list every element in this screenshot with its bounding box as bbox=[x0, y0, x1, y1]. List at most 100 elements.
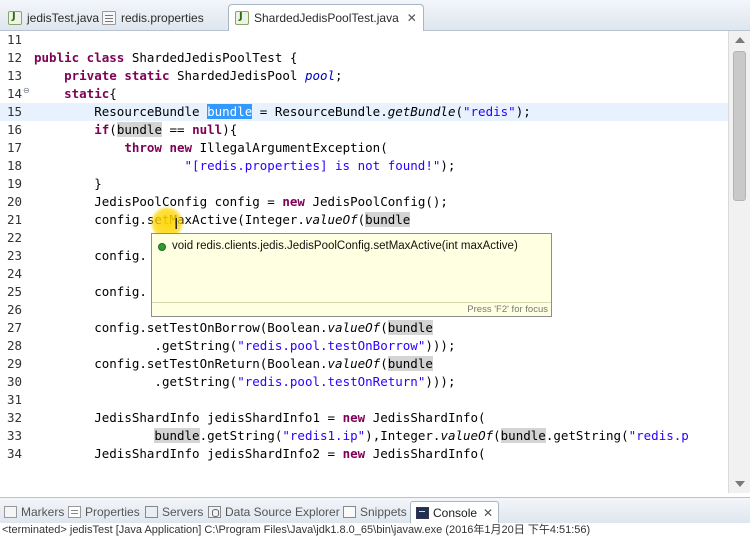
code-text: config. bbox=[94, 248, 147, 263]
code-line: 32 JedisShardInfo jedisShardInfo1 = new … bbox=[0, 409, 728, 427]
popup-footer: Press 'F2' for focus bbox=[152, 302, 551, 316]
code-line: 34 JedisShardInfo jedisShardInfo2 = new … bbox=[0, 445, 728, 463]
tab-label: Console bbox=[433, 505, 478, 520]
text-cursor-icon: Ⅰ bbox=[174, 215, 179, 233]
code-text: JedisPoolConfig config = new JedisPoolCo… bbox=[94, 194, 448, 209]
code-text: .getString("redis.pool.testOnBorrow"))); bbox=[154, 338, 456, 353]
scrollbar-thumb[interactable] bbox=[733, 51, 746, 201]
tab-snippets[interactable]: Snippets bbox=[343, 501, 407, 523]
servers-icon bbox=[145, 506, 158, 518]
code-line: 29 config.setTestOnReturn(Boolean.valueO… bbox=[0, 355, 728, 373]
public-method-icon bbox=[158, 243, 166, 251]
code-line: 28 .getString("redis.pool.testOnBorrow")… bbox=[0, 337, 728, 355]
method-signature: void redis.clients.jedis.JedisPoolConfig… bbox=[172, 240, 518, 252]
line-number: 24 bbox=[7, 266, 23, 281]
line-number: 33 bbox=[7, 428, 23, 443]
scroll-up-arrow-icon[interactable] bbox=[735, 37, 745, 43]
markers-icon bbox=[4, 506, 17, 518]
line-number: 22 bbox=[7, 230, 23, 245]
line-number: 18 bbox=[7, 158, 23, 173]
snippets-icon bbox=[343, 506, 356, 518]
line-number: 17 bbox=[7, 140, 23, 155]
code-line: 30 .getString("redis.pool.testOnReturn")… bbox=[0, 373, 728, 391]
data-source-explorer-icon bbox=[208, 506, 221, 518]
fold-toggle-icon[interactable]: ⊖ bbox=[23, 86, 30, 95]
tab-properties[interactable]: Properties bbox=[68, 501, 140, 523]
line-number: 11 bbox=[7, 32, 23, 47]
code-text: config.setTestOnBorrow(Boolean.valueOf(b… bbox=[94, 320, 433, 335]
code-text: bundle.getString("redis1.ip"),Integer.va… bbox=[154, 428, 689, 443]
line-number: 23 bbox=[7, 248, 23, 263]
code-text: private static ShardedJedisPool pool; bbox=[64, 68, 343, 83]
console-status-line: <terminated> jedisTest [Java Application… bbox=[0, 523, 750, 538]
tab-label: jedisTest.java bbox=[27, 10, 100, 25]
code-text: if(bundle == null){ bbox=[94, 122, 238, 137]
current-code-line: 15 ResourceBundle bundle = ResourceBundl… bbox=[0, 103, 728, 121]
code-text: public class ShardedJedisPoolTest { bbox=[34, 50, 298, 65]
line-number: 26 bbox=[7, 302, 23, 317]
properties-file-icon bbox=[102, 10, 116, 25]
code-text: } bbox=[94, 176, 102, 191]
line-number: 32 bbox=[7, 410, 23, 425]
selected-identifier: bundle bbox=[207, 104, 253, 119]
close-icon[interactable]: ✕ bbox=[407, 11, 417, 25]
code-line: 12 public class ShardedJedisPoolTest { bbox=[0, 49, 728, 67]
code-line: 17 throw new IllegalArgumentException( bbox=[0, 139, 728, 157]
focus-hint: Press 'F2' for focus bbox=[467, 304, 548, 315]
line-number: 21 bbox=[7, 212, 23, 227]
line-number: 30 bbox=[7, 374, 23, 389]
editor-tab-bar: jedisTest.java redis.properties ShardedJ… bbox=[0, 0, 750, 31]
tab-label: Snippets bbox=[360, 505, 407, 519]
code-text: config.setTestOnReturn(Boolean.valueOf(b… bbox=[94, 356, 433, 371]
javadoc-hover-popup[interactable]: void redis.clients.jedis.JedisPoolConfig… bbox=[151, 233, 552, 317]
code-line: 21 config.setMaxActive(Integer.valueOf(b… bbox=[0, 211, 728, 229]
java-file-icon bbox=[235, 11, 249, 25]
tab-label: ShardedJedisPoolTest.java bbox=[254, 11, 399, 25]
tab-data-source-explorer[interactable]: Data Source Explorer bbox=[208, 501, 340, 523]
line-number: 19 bbox=[7, 176, 23, 191]
line-number: 13 bbox=[7, 68, 23, 83]
tab-label: Properties bbox=[85, 505, 140, 519]
tab-console[interactable]: Console ✕ bbox=[410, 501, 500, 523]
code-line: 11 bbox=[0, 31, 728, 49]
tab-label: Data Source Explorer bbox=[225, 505, 340, 519]
tab-label: redis.properties bbox=[121, 10, 204, 25]
code-editor[interactable]: 11 12 public class ShardedJedisPoolTest … bbox=[0, 31, 750, 493]
code-line: 18 "[redis.properties] is not found!"); bbox=[0, 157, 728, 175]
code-line: 19 } bbox=[0, 175, 728, 193]
code-line: 20 JedisPoolConfig config = new JedisPoo… bbox=[0, 193, 728, 211]
code-text: throw new IllegalArgumentException( bbox=[124, 140, 388, 155]
code-text: config. bbox=[94, 284, 147, 299]
code-text: ResourceBundle bundle = ResourceBundle.g… bbox=[94, 104, 531, 119]
code-text: static{ bbox=[64, 86, 117, 101]
code-text: .getString("redis.pool.testOnReturn"))); bbox=[154, 374, 456, 389]
code-line: 16 if(bundle == null){ bbox=[0, 121, 728, 139]
bottom-view-tab-bar: Markers Properties Servers Data Source E… bbox=[0, 497, 750, 523]
tab-redis-properties[interactable]: redis.properties bbox=[96, 4, 210, 31]
line-number: 27 bbox=[7, 320, 23, 335]
code-line: 31 bbox=[0, 391, 728, 409]
code-line: 13 private static ShardedJedisPool pool; bbox=[0, 67, 728, 85]
tab-markers[interactable]: Markers bbox=[4, 501, 68, 523]
code-line: 14 ⊖ static{ bbox=[0, 85, 728, 103]
line-number: 25 bbox=[7, 284, 23, 299]
tab-jedistest-java[interactable]: jedisTest.java bbox=[2, 4, 105, 31]
line-number: 28 bbox=[7, 338, 23, 353]
tab-label: Servers bbox=[162, 505, 204, 519]
line-number: 31 bbox=[7, 392, 23, 407]
line-number: 34 bbox=[7, 446, 23, 461]
line-number: 16 bbox=[7, 122, 23, 137]
vertical-scrollbar[interactable] bbox=[728, 31, 750, 493]
code-text: "[redis.properties] is not found!"); bbox=[184, 158, 456, 173]
close-icon[interactable]: ✕ bbox=[483, 506, 493, 520]
tab-label: Markers bbox=[21, 505, 65, 519]
line-number: 20 bbox=[7, 194, 23, 209]
scroll-down-arrow-icon[interactable] bbox=[735, 481, 745, 487]
java-file-icon bbox=[8, 10, 22, 25]
tab-shardedjedispooltest-java[interactable]: ShardedJedisPoolTest.java ✕ bbox=[228, 4, 424, 31]
code-text: config.setMaxActive(Integer.valueOf(bund… bbox=[94, 212, 411, 227]
tab-servers[interactable]: Servers bbox=[145, 501, 203, 523]
code-text: JedisShardInfo jedisShardInfo2 = new Jed… bbox=[94, 446, 486, 461]
properties-icon bbox=[68, 506, 81, 518]
line-number: 15 bbox=[7, 104, 23, 119]
